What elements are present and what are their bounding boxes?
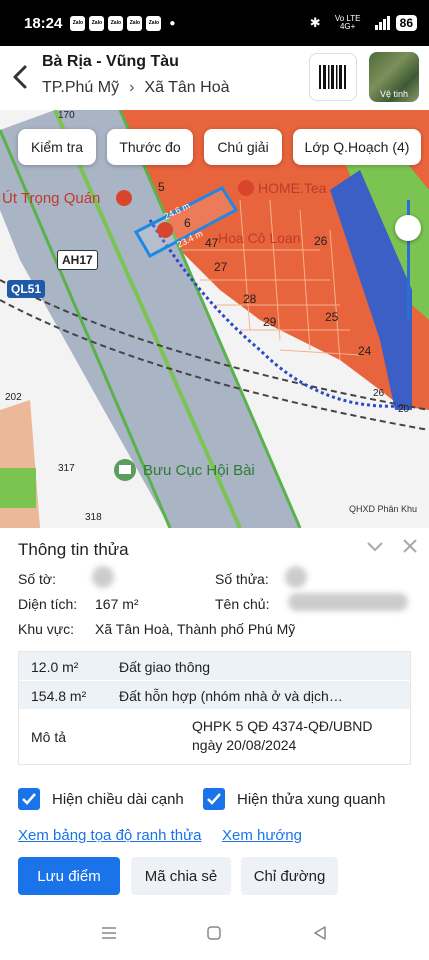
show-edge-length-checkbox[interactable]: Hiện chiều dài cạnh bbox=[18, 788, 184, 810]
chevron-right-icon: › bbox=[129, 79, 135, 96]
checkbox-label: Hiện chiều dài cạnh bbox=[52, 790, 184, 808]
chip-thuoc-do[interactable]: Thước đo bbox=[107, 129, 193, 165]
khu-vuc-label: Khu vực: bbox=[18, 621, 75, 637]
parcel-number: 47 bbox=[205, 236, 219, 250]
parcel-number: 202 bbox=[5, 392, 22, 403]
zalo-notification-icon: Zalo bbox=[70, 15, 86, 31]
so-to-label: Số tờ: bbox=[18, 571, 56, 587]
coordinates-table-link[interactable]: Xem bảng tọa độ ranh thửa bbox=[18, 827, 202, 844]
so-thua-label: Số thửa: bbox=[215, 571, 269, 587]
table-row-description: Mô tả QHPK 5 QĐ 4374-QĐ/UBND ngày 20/08/… bbox=[19, 710, 410, 764]
mail-icon bbox=[119, 465, 131, 474]
close-icon[interactable] bbox=[402, 538, 418, 554]
planning-map[interactable]: Kiểm tra Thước đo Chú giải Lớp Q.Hoạch (… bbox=[0, 110, 429, 528]
place-label-hoa: Hoa Cô Loan bbox=[218, 230, 301, 246]
signal-icon bbox=[374, 16, 390, 30]
clock: 18:24 bbox=[24, 14, 63, 32]
barcode-scan-button[interactable] bbox=[309, 53, 357, 101]
breadcrumb: TP.Phú Mỹ › Xã Tân Hoà bbox=[42, 79, 230, 97]
system-nav-bar bbox=[0, 908, 429, 960]
parcel-number: 318 bbox=[85, 512, 102, 523]
so-thua-value-blurred bbox=[285, 566, 307, 588]
directions-button[interactable]: Chỉ đường bbox=[241, 857, 338, 895]
shop-marker-icon[interactable] bbox=[157, 222, 173, 238]
chip-chu-giai[interactable]: Chú giải bbox=[204, 129, 282, 165]
so-to-value-blurred bbox=[92, 566, 114, 588]
place-label-restaurant: Út Trọng Quán bbox=[2, 190, 101, 207]
table-row: 154.8 m² Đất hỗn hợp (nhóm nhà ở và dịch… bbox=[19, 681, 410, 710]
opacity-slider-handle[interactable] bbox=[395, 215, 421, 241]
dien-tich-value: 167 m² bbox=[95, 596, 139, 612]
desc-value: QHPK 5 QĐ 4374-QĐ/UBND ngày 20/08/2024 bbox=[192, 718, 373, 753]
zalo-notification-icon: Zalo bbox=[146, 15, 162, 31]
bluetooth-icon: ✱ bbox=[309, 15, 321, 30]
chip-kiem-tra[interactable]: Kiểm tra bbox=[18, 129, 96, 165]
back-icon[interactable] bbox=[313, 926, 327, 940]
map-layer-caption: QHXD Phân Khu bbox=[348, 504, 417, 514]
zalo-notification-icon: Zalo bbox=[89, 15, 105, 31]
checkbox-label: Hiện thửa xung quanh bbox=[237, 790, 386, 808]
zalo-notification-icon: Zalo bbox=[127, 15, 143, 31]
checkmark-icon bbox=[18, 788, 40, 810]
khu-vuc-value: Xã Tân Hoà, Thành phố Phú Mỹ bbox=[95, 621, 296, 637]
row-type: Đất hỗn hợp (nhóm nhà ở và dịch… bbox=[119, 688, 343, 704]
parcel-number: 170 bbox=[58, 110, 75, 121]
ten-chu-value-blurred bbox=[288, 593, 408, 611]
desc-label: Mô tả bbox=[31, 729, 67, 745]
row-area: 12.0 m² bbox=[31, 659, 79, 675]
parcel-number: 24 bbox=[358, 344, 372, 358]
view-direction-link[interactable]: Xem hướng bbox=[222, 827, 302, 844]
parcel-number: 5 bbox=[158, 180, 165, 194]
road-badge-ah17: AH17 bbox=[57, 250, 98, 270]
parcel-number: 317 bbox=[58, 463, 75, 474]
road-badge-ql51: QL51 bbox=[7, 280, 46, 298]
satellite-view-button[interactable]: Vệ tinh bbox=[369, 52, 419, 102]
parcel-number: 27 bbox=[214, 260, 228, 274]
satellite-label: Vệ tinh bbox=[379, 89, 409, 99]
save-point-button[interactable]: Lưu điểm bbox=[18, 857, 120, 895]
parcel-number: 29 bbox=[263, 315, 277, 329]
parcel-number: 28 bbox=[243, 292, 257, 306]
province-title: Bà Rịa - Vũng Tàu bbox=[42, 53, 179, 70]
place-label-post: Bưu Cục Hội Bài bbox=[143, 462, 255, 479]
row-type: Đất giao thông bbox=[119, 659, 211, 675]
parcel-number: 25 bbox=[325, 310, 339, 324]
cafe-marker-icon[interactable] bbox=[238, 180, 254, 196]
dien-tich-label: Diện tích: bbox=[18, 596, 78, 612]
row-area: 154.8 m² bbox=[31, 688, 87, 704]
parcel-number: 26 bbox=[314, 234, 328, 248]
breadcrumb-ward[interactable]: Xã Tân Hoà bbox=[144, 79, 229, 97]
home-icon[interactable] bbox=[207, 926, 221, 940]
ten-chu-label: Tên chủ: bbox=[215, 596, 270, 612]
more-notifications-icon: ● bbox=[169, 17, 176, 29]
zalo-notification-icon: Zalo bbox=[108, 15, 124, 31]
breadcrumb-city[interactable]: TP.Phú Mỹ bbox=[42, 79, 119, 97]
hatched-zone bbox=[0, 400, 40, 528]
back-arrow-icon[interactable] bbox=[10, 64, 32, 90]
panel-title: Thông tin thửa bbox=[18, 540, 129, 559]
status-bar: 18:24 Zalo Zalo Zalo Zalo Zalo ● ✱ Vo LT… bbox=[0, 0, 429, 46]
barcode-icon bbox=[319, 65, 346, 89]
parcel-info-panel: Thông tin thửa Số tờ: Số thửa: Diện tích… bbox=[0, 528, 429, 908]
parcel-number: 26 bbox=[373, 388, 385, 399]
checkmark-icon bbox=[203, 788, 225, 810]
chevron-down-icon[interactable] bbox=[366, 540, 384, 554]
land-use-table: 12.0 m² Đất giao thông 154.8 m² Đất hỗn … bbox=[18, 651, 411, 765]
parcel-number: 6 bbox=[184, 216, 191, 230]
recent-apps-icon[interactable] bbox=[101, 926, 117, 940]
place-label-tea: HOME.Tea bbox=[258, 180, 327, 196]
small-green bbox=[0, 468, 36, 508]
chip-lop-quy-hoach[interactable]: Lớp Q.Hoạch (4) bbox=[293, 129, 421, 165]
show-neighbor-parcels-checkbox[interactable]: Hiện thửa xung quanh bbox=[203, 788, 385, 810]
network-label: Vo LTE 4G+ bbox=[334, 14, 361, 31]
share-code-button[interactable]: Mã chia sẻ bbox=[131, 857, 231, 895]
table-row: 12.0 m² Đất giao thông bbox=[19, 652, 410, 681]
restaurant-marker-icon[interactable] bbox=[116, 190, 132, 206]
parcel-number: 20 bbox=[398, 404, 410, 415]
battery-level: 86 bbox=[395, 15, 417, 31]
app-header: Bà Rịa - Vũng Tàu TP.Phú Mỹ › Xã Tân Hoà… bbox=[0, 46, 429, 110]
